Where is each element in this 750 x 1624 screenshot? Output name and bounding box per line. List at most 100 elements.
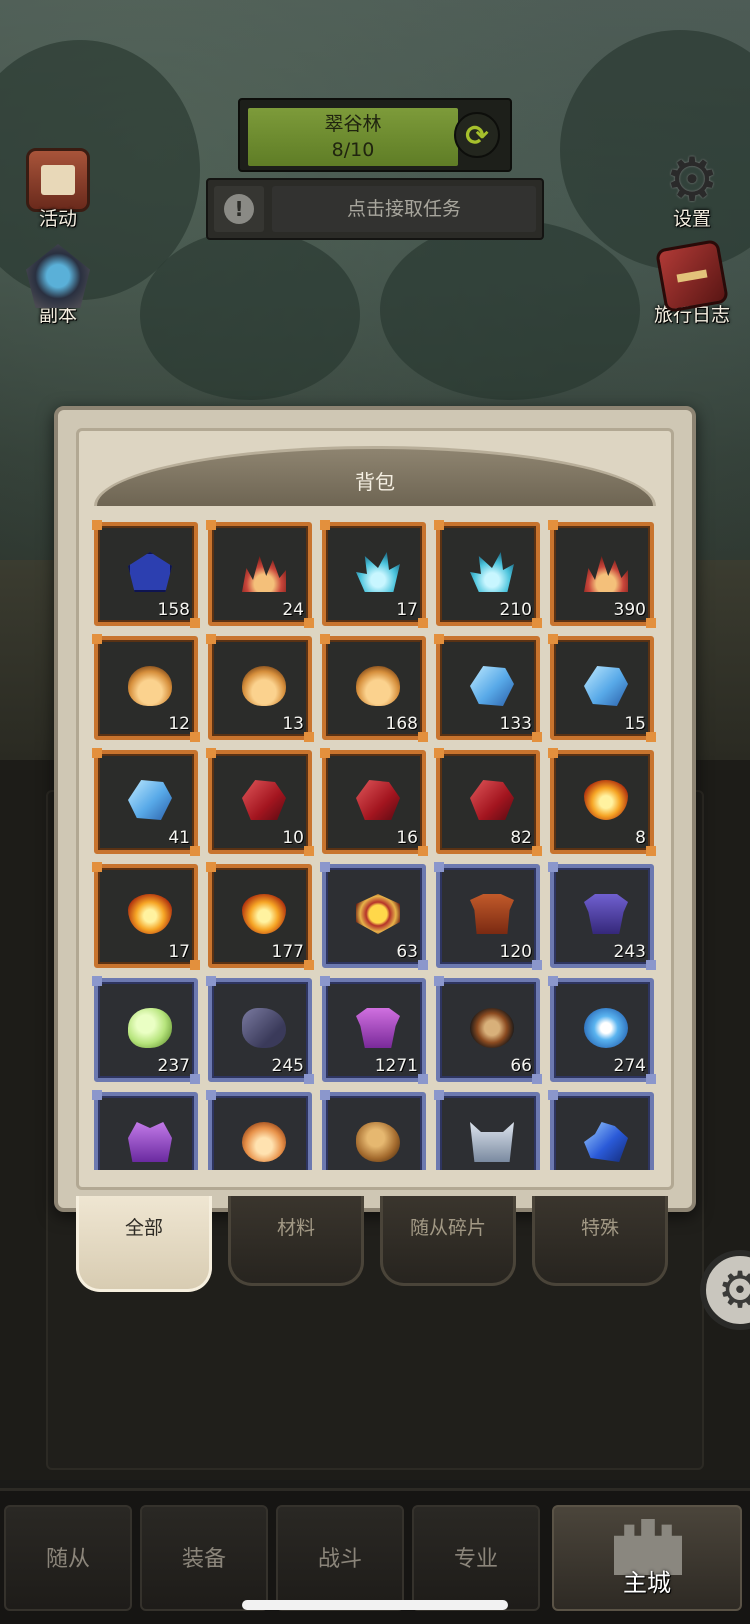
orb-fire-icon [128,894,172,934]
inventory-slot[interactable]: 10 [206,748,314,856]
inventory-slot[interactable]: 1271 [320,976,428,1084]
armor-purple-icon [584,894,628,934]
inventory-slot[interactable]: 158 [92,520,200,628]
nav-battle[interactable]: 战斗 [276,1505,404,1611]
item-count: 13 [282,714,304,734]
inventory-slot[interactable]: 8 [548,748,656,856]
inventory-slot[interactable]: 24 [206,520,314,628]
inventory-slot[interactable] [434,1090,540,1170]
inventory-slot[interactable]: 177 [206,862,314,970]
tab-follower-shards[interactable]: 随从碎片 [380,1196,516,1286]
item-count: 158 [157,600,190,620]
slime-icon [128,1008,172,1048]
item-count: 41 [168,828,190,848]
nav-battle-label: 战斗 [317,1547,362,1572]
inventory-slot[interactable] [206,1090,312,1170]
journal-book-icon [654,238,730,314]
item-count: 274 [613,1056,646,1076]
flame-cyan-icon [470,552,514,592]
tab-all[interactable]: 全部 [76,1196,212,1292]
flame-red-icon [584,556,628,592]
dungeon-button[interactable]: 副本 [8,244,108,340]
nav-profession[interactable]: 专业 [412,1505,540,1611]
item-count: 168 [385,714,418,734]
item-count: 12 [168,714,190,734]
nav-followers[interactable]: 随从 [4,1505,132,1611]
tab-special[interactable]: 特殊 [532,1196,668,1286]
inventory-slot[interactable]: 120 [434,862,542,970]
tab-special-label: 特殊 [580,1217,619,1239]
nav-followers-label: 随从 [45,1547,90,1572]
backpack-dialog: 背包 158 24 17 210 390 12 13 168 133 15 41 10 16 82 8 17 1… [54,406,696,1212]
inventory-slot[interactable]: 243 [548,862,656,970]
inventory-slot[interactable]: 12 [92,634,200,742]
pouch-icon [356,666,400,706]
inventory-slot[interactable]: 16 [320,748,428,856]
armor-magenta-icon [356,1008,400,1048]
quest-button[interactable]: ! 点击接取任务 [206,178,544,240]
inventory-slot[interactable]: 237 [92,976,200,1084]
orb-fire-icon [584,780,628,820]
home-indicator[interactable] [242,1600,508,1610]
inventory-slot[interactable]: 390 [548,520,656,628]
nav-equipment[interactable]: 装备 [140,1505,268,1611]
item-count: 243 [613,942,646,962]
inventory-slot[interactable]: 168 [320,634,428,742]
item-grid[interactable]: 158 24 17 210 390 12 13 168 133 15 41 10 16 82 8 17 177 6… [92,520,656,1170]
tab-follower-shards-label: 随从碎片 [409,1217,486,1239]
settings-label: 设置 [672,208,711,230]
mask-icon [470,1008,514,1048]
journal-button[interactable]: 旅行日志 [642,238,742,340]
tab-all-label: 全部 [124,1217,163,1239]
item-count: 210 [499,600,532,620]
pouch-icon [128,666,172,706]
helm-steel-icon [470,1122,514,1162]
item-count: 17 [168,942,190,962]
inventory-slot[interactable]: 274 [548,976,656,1084]
armor-orange-icon [470,894,514,934]
refresh-icon[interactable]: ⟳ [454,112,500,158]
inventory-slot[interactable] [320,1090,426,1170]
quest-alert: ! [214,186,264,232]
ruby-icon [356,780,400,820]
item-count: 66 [510,1056,532,1076]
item-count: 10 [282,828,304,848]
inventory-slot[interactable]: 66 [434,976,542,1084]
nav-main-city-label: 主城 [623,1569,671,1597]
inventory-slot[interactable]: 13 [206,634,314,742]
inventory-slot[interactable] [92,1090,198,1170]
tab-materials[interactable]: 材料 [228,1196,364,1286]
item-count: 390 [613,600,646,620]
inventory-slot[interactable]: 82 [434,748,542,856]
nav-profession-label: 专业 [453,1547,498,1572]
castle-icon [614,1519,682,1575]
portal-icon [26,244,90,308]
pauldron-icon [242,1008,286,1048]
inventory-slot[interactable]: 210 [434,520,542,628]
helm-purple-icon [128,1122,172,1162]
inventory-slot[interactable]: 17 [320,520,428,628]
inventory-slot[interactable]: 133 [434,634,542,742]
inventory-slot[interactable]: 41 [92,748,200,856]
inventory-slot[interactable]: 245 [206,976,314,1084]
settings-button[interactable]: ⚙ 设置 [642,145,742,244]
inventory-slot[interactable]: 15 [548,634,656,742]
zone-indicator: 翠谷林 8/10 ⟳ [238,98,512,172]
activity-button[interactable]: 活动 [8,148,108,244]
item-count: 245 [271,1056,304,1076]
item-count: 177 [271,942,304,962]
inventory-slot[interactable]: 63 [320,862,428,970]
inventory-slot[interactable] [548,1090,654,1170]
inventory-slot[interactable]: 17 [92,862,200,970]
zone-progress-bar: 翠谷林 8/10 [248,108,458,166]
nav-main-city[interactable]: 主城 [552,1505,742,1611]
activity-label: 活动 [38,208,77,230]
crystal-shard-icon [584,1122,628,1162]
tab-materials-label: 材料 [276,1217,315,1239]
quest-text: 点击接取任务 [272,186,536,232]
ember-icon [242,1122,286,1162]
orb-fire-icon [242,894,286,934]
ruby-icon [242,780,286,820]
item-count: 1271 [374,1056,418,1076]
item-count: 8 [635,828,646,848]
